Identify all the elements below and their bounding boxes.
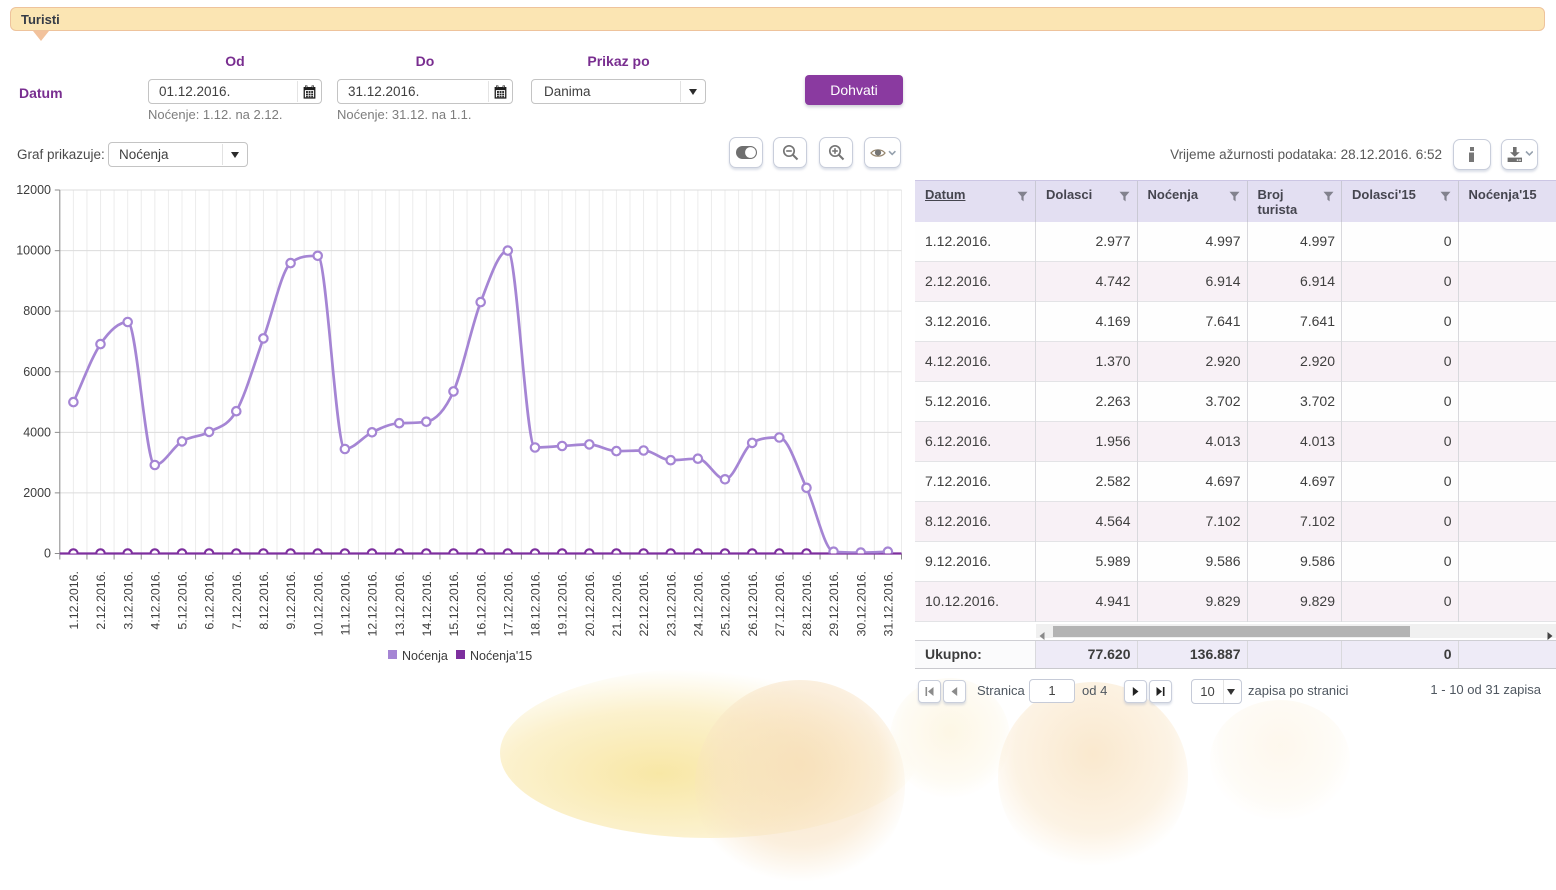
svg-text:8.12.2016.: 8.12.2016. bbox=[257, 571, 271, 630]
svg-text:23.12.2016.: 23.12.2016. bbox=[664, 571, 678, 636]
svg-text:4.12.2016.: 4.12.2016. bbox=[148, 571, 162, 630]
svg-text:10000: 10000 bbox=[16, 244, 51, 258]
svg-text:2.12.2016.: 2.12.2016. bbox=[94, 571, 108, 630]
svg-text:12.12.2016.: 12.12.2016. bbox=[366, 571, 380, 636]
svg-text:25.12.2016.: 25.12.2016. bbox=[719, 571, 733, 636]
svg-text:21.12.2016.: 21.12.2016. bbox=[610, 571, 624, 636]
svg-text:30.12.2016.: 30.12.2016. bbox=[854, 571, 868, 636]
svg-text:Noćenja: Noćenja bbox=[402, 649, 448, 663]
svg-text:29.12.2016.: 29.12.2016. bbox=[827, 571, 841, 636]
svg-text:15.12.2016.: 15.12.2016. bbox=[447, 571, 461, 636]
svg-text:28.12.2016.: 28.12.2016. bbox=[800, 571, 814, 636]
svg-text:27.12.2016.: 27.12.2016. bbox=[773, 571, 787, 636]
svg-text:24.12.2016.: 24.12.2016. bbox=[692, 571, 706, 636]
svg-text:17.12.2016.: 17.12.2016. bbox=[501, 571, 515, 636]
svg-text:8000: 8000 bbox=[23, 304, 51, 318]
svg-text:Noćenja'15: Noćenja'15 bbox=[470, 649, 532, 663]
svg-text:13.12.2016.: 13.12.2016. bbox=[393, 571, 407, 636]
svg-text:1.12.2016.: 1.12.2016. bbox=[67, 571, 81, 630]
svg-text:10.12.2016.: 10.12.2016. bbox=[311, 571, 325, 636]
svg-text:22.12.2016.: 22.12.2016. bbox=[637, 571, 651, 636]
svg-text:9.12.2016.: 9.12.2016. bbox=[284, 571, 298, 630]
svg-text:4000: 4000 bbox=[23, 425, 51, 439]
svg-text:6000: 6000 bbox=[23, 365, 51, 379]
svg-text:20.12.2016.: 20.12.2016. bbox=[583, 571, 597, 636]
svg-text:31.12.2016.: 31.12.2016. bbox=[882, 571, 896, 636]
svg-text:3.12.2016.: 3.12.2016. bbox=[121, 571, 135, 630]
svg-text:0: 0 bbox=[44, 547, 51, 561]
svg-text:5.12.2016.: 5.12.2016. bbox=[176, 571, 190, 630]
svg-text:14.12.2016.: 14.12.2016. bbox=[420, 571, 434, 636]
svg-text:19.12.2016.: 19.12.2016. bbox=[556, 571, 570, 636]
svg-text:26.12.2016.: 26.12.2016. bbox=[746, 571, 760, 636]
svg-text:12000: 12000 bbox=[16, 183, 51, 197]
svg-text:16.12.2016.: 16.12.2016. bbox=[474, 571, 488, 636]
svg-text:18.12.2016.: 18.12.2016. bbox=[529, 571, 543, 636]
svg-text:11.12.2016.: 11.12.2016. bbox=[339, 571, 353, 636]
svg-text:6.12.2016.: 6.12.2016. bbox=[203, 571, 217, 630]
svg-text:2000: 2000 bbox=[23, 486, 51, 500]
svg-text:7.12.2016.: 7.12.2016. bbox=[230, 571, 244, 630]
